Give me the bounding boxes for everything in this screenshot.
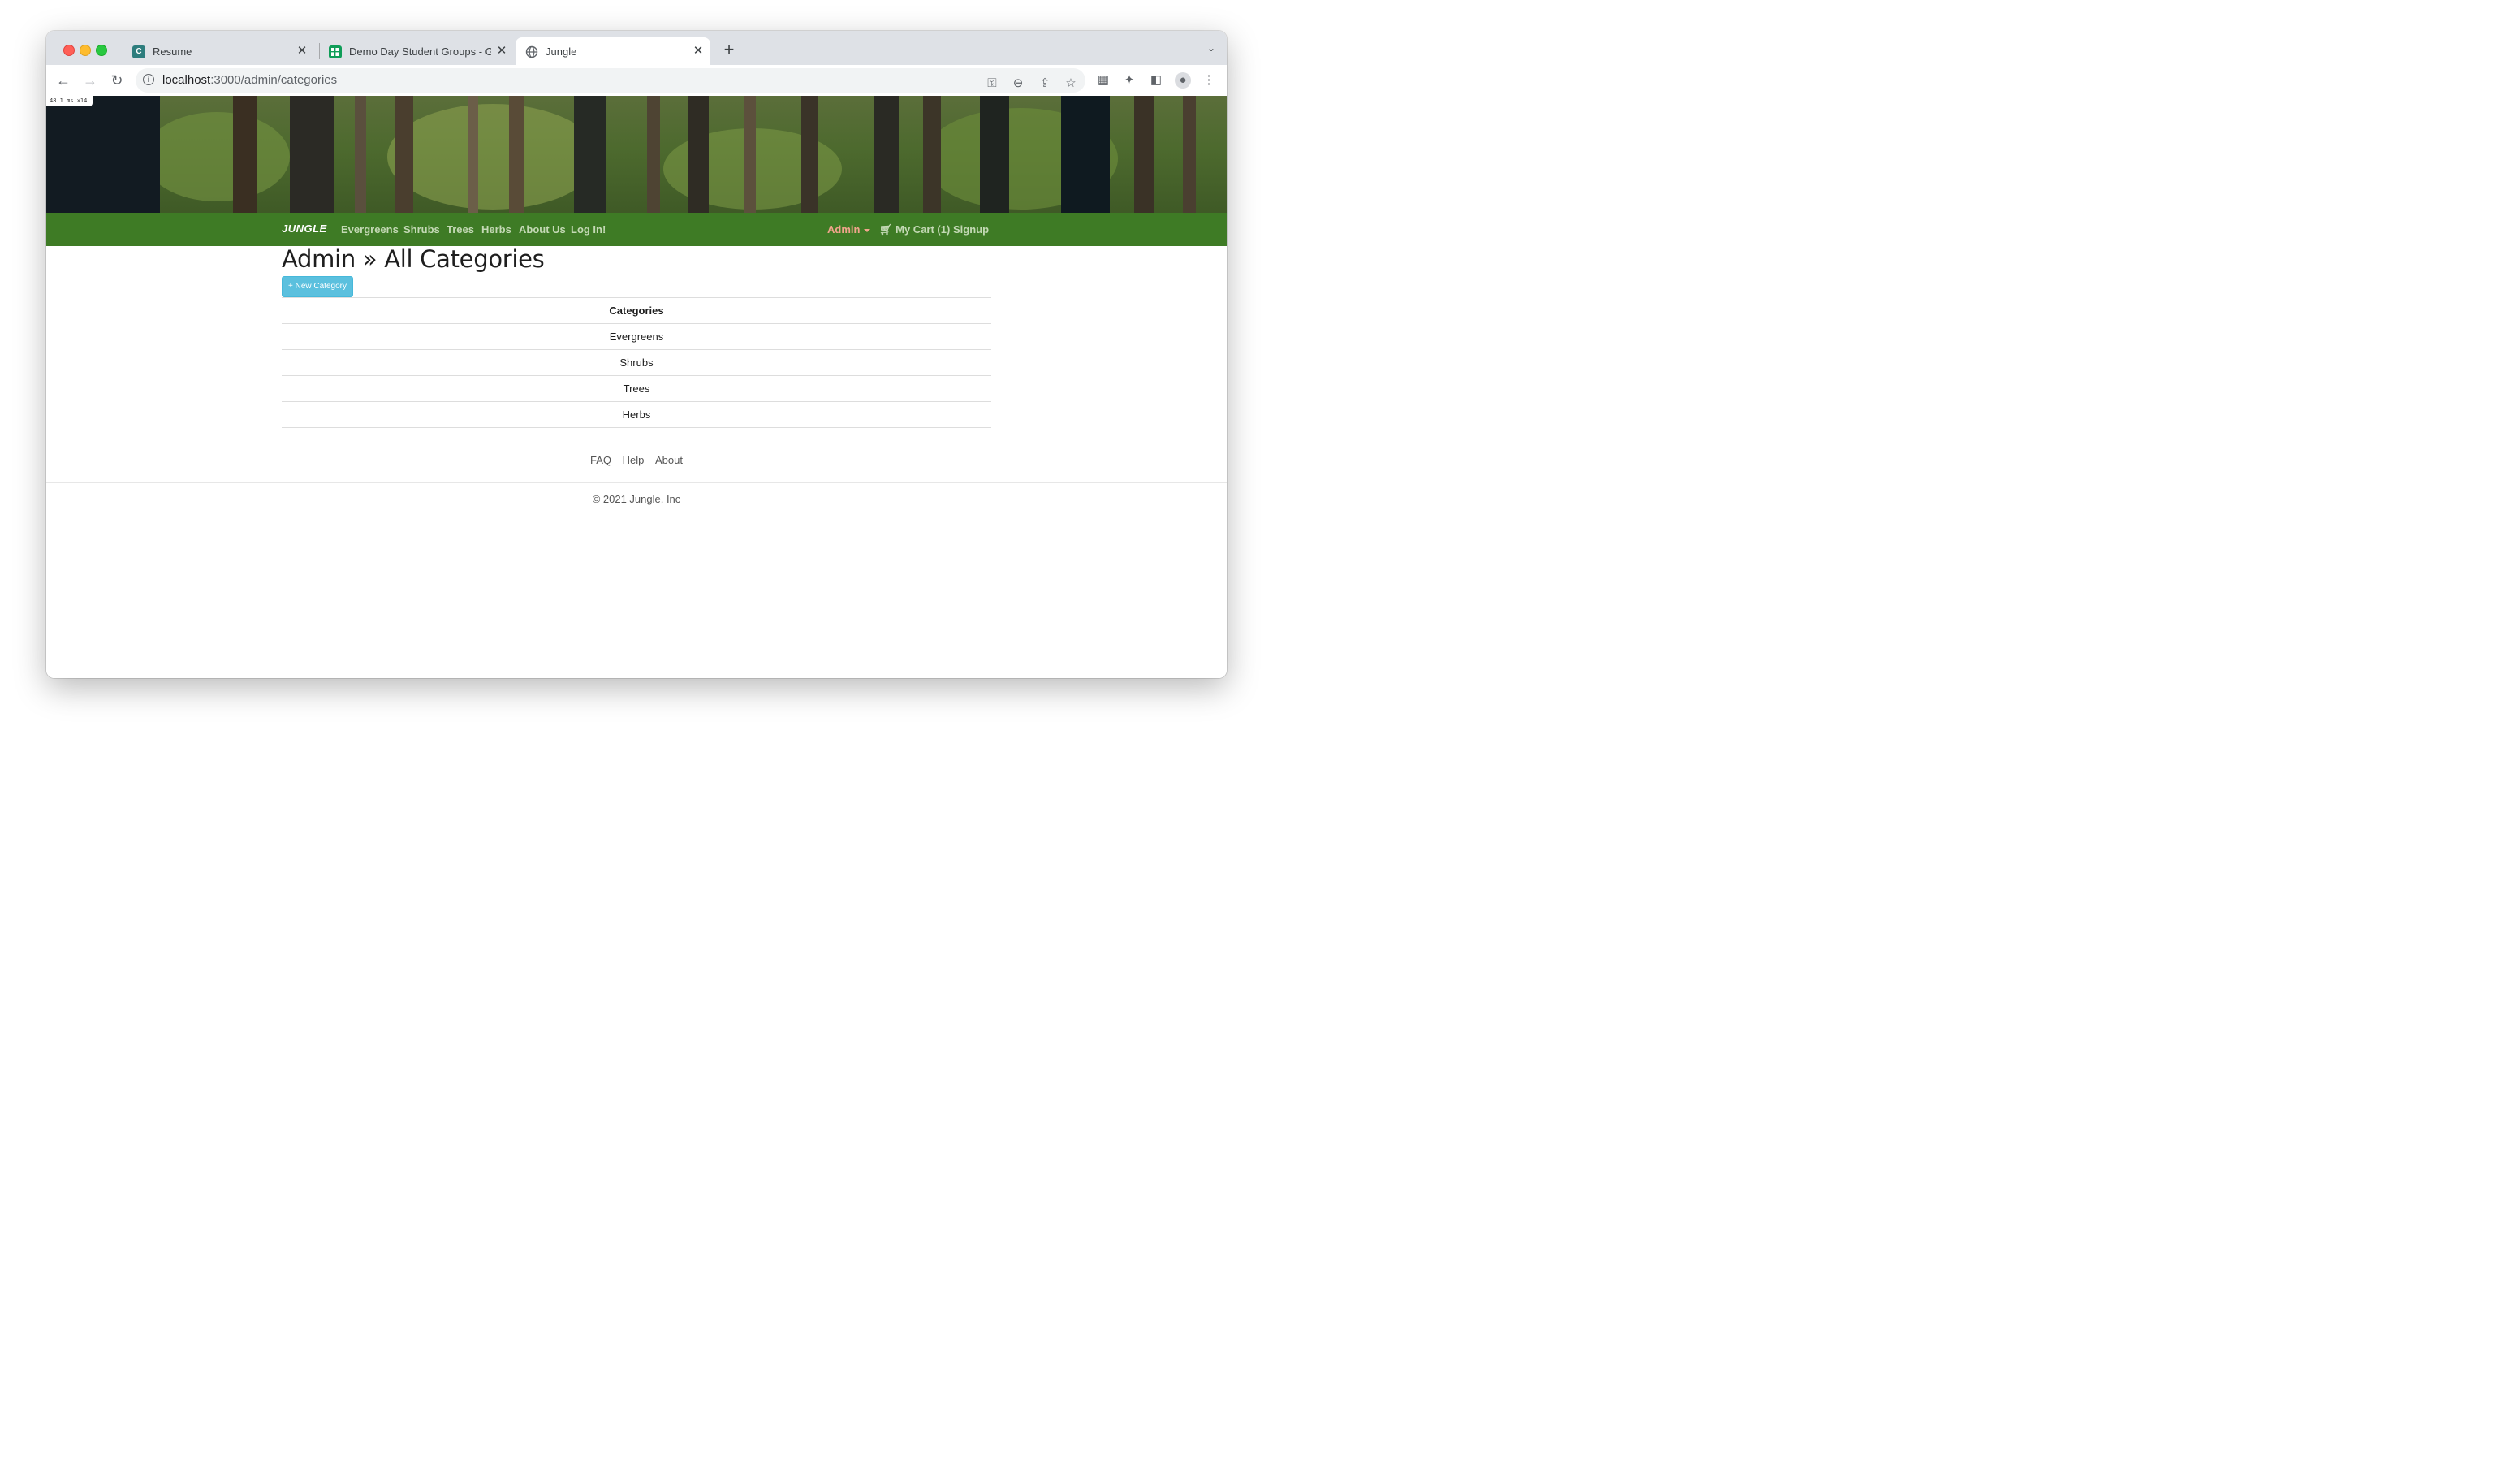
page-title: Admin » All Categories [282, 245, 545, 273]
nav-link-shrubs[interactable]: Shrubs [403, 223, 440, 236]
tab-resume[interactable]: C Resume ✕ [123, 37, 314, 65]
close-tab-icon[interactable]: ✕ [295, 44, 309, 58]
nav-link-herbs[interactable]: Herbs [481, 223, 511, 236]
tab-title: Resume [153, 45, 192, 58]
shopping-cart-icon: 🛒︎ [879, 223, 893, 236]
footer-link-help[interactable]: Help [623, 454, 645, 466]
footer-link-faq[interactable]: FAQ [590, 454, 611, 466]
tab-search-chevron-icon[interactable]: ⌄ [1207, 42, 1215, 54]
hero-forest-image [46, 96, 1227, 213]
sheets-icon [329, 45, 342, 58]
share-icon[interactable]: ⇪ [1037, 76, 1053, 92]
table-header: Categories [282, 298, 991, 324]
admin-dropdown[interactable]: Admin [827, 223, 871, 236]
forward-arrow-icon[interactable]: → [80, 70, 101, 91]
site-info-icon[interactable]: i [143, 74, 154, 85]
categories-table: Categories Evergreens Shrubs Trees Herbs [282, 297, 991, 428]
footer-links: FAQ Help About [46, 454, 1227, 466]
minimize-window-button[interactable] [80, 45, 91, 56]
brand-logo[interactable]: JUNGLE [282, 223, 327, 235]
zoom-out-icon[interactable]: ⊖ [1010, 76, 1026, 92]
close-tab-icon[interactable]: ✕ [691, 44, 706, 58]
c-letter-icon: C [132, 45, 145, 58]
puzzle-extensions-icon[interactable]: ✦ [1121, 72, 1137, 89]
globe-icon [525, 45, 538, 58]
site-navbar: JUNGLE Evergreens Shrubs Trees Herbs Abo… [46, 213, 1227, 246]
cart-label: My Cart (1) [895, 223, 951, 236]
url-path: :3000/admin/categories [210, 73, 338, 87]
zoom-window-button[interactable] [96, 45, 107, 56]
admin-label: Admin [827, 223, 861, 236]
nav-link-trees[interactable]: Trees [447, 223, 474, 236]
caret-down-icon [864, 228, 871, 232]
perf-badge: 48.1 ms ×14 [46, 96, 93, 106]
nav-link-log-in[interactable]: Log In! [571, 223, 606, 236]
nav-link-signup[interactable]: Signup [953, 223, 989, 236]
close-tab-icon[interactable]: ✕ [494, 44, 509, 58]
new-tab-button[interactable]: + [720, 41, 738, 58]
extension-qr-icon[interactable]: ▦ [1095, 72, 1111, 89]
side-panel-icon[interactable]: ◧ [1148, 72, 1164, 89]
table-row: Evergreens [282, 324, 991, 350]
profile-avatar-icon[interactable]: ● [1175, 72, 1191, 89]
menu-kebab-icon[interactable]: ⋮ [1201, 72, 1217, 89]
reload-icon[interactable]: ↻ [106, 70, 127, 91]
close-window-button[interactable] [63, 45, 75, 56]
cart-link[interactable]: 🛒︎ My Cart (1) [879, 223, 950, 236]
browser-window: C Resume ✕ Demo Day Student Groups - Goo… [46, 31, 1227, 678]
footer-link-about[interactable]: About [655, 454, 683, 466]
browser-toolbar: ← → ↻ i localhost:3000/admin/categories … [46, 65, 1227, 97]
address-bar[interactable]: i localhost:3000/admin/categories ⚿ ⊖ ⇪ … [136, 68, 1085, 93]
tab-title: Jungle [546, 45, 577, 58]
nav-link-about-us[interactable]: About Us [519, 223, 566, 236]
table-row: Trees [282, 376, 991, 402]
new-category-button[interactable]: + New Category [282, 276, 353, 297]
web-page: JUNGLE Evergreens Shrubs Trees Herbs Abo… [46, 96, 1227, 678]
back-arrow-icon[interactable]: ← [53, 70, 74, 91]
table-row: Shrubs [282, 350, 991, 376]
tab-demo-day[interactable]: Demo Day Student Groups - Google Sheets … [319, 37, 514, 65]
copyright-text: © 2021 Jungle, Inc [592, 493, 681, 505]
nav-link-evergreens[interactable]: Evergreens [341, 223, 399, 236]
url-text[interactable]: localhost:3000/admin/categories [162, 73, 337, 87]
tab-title: Demo Day Student Groups - Google Sheets [349, 45, 491, 58]
key-icon[interactable]: ⚿ [984, 76, 1000, 92]
url-host: localhost [162, 73, 211, 87]
table-row: Herbs [622, 408, 651, 421]
footer-divider [46, 482, 1227, 483]
tab-strip: C Resume ✕ Demo Day Student Groups - Goo… [46, 31, 1227, 65]
tab-jungle[interactable]: Jungle ✕ [516, 37, 710, 65]
bookmark-star-icon[interactable]: ☆ [1063, 76, 1079, 92]
